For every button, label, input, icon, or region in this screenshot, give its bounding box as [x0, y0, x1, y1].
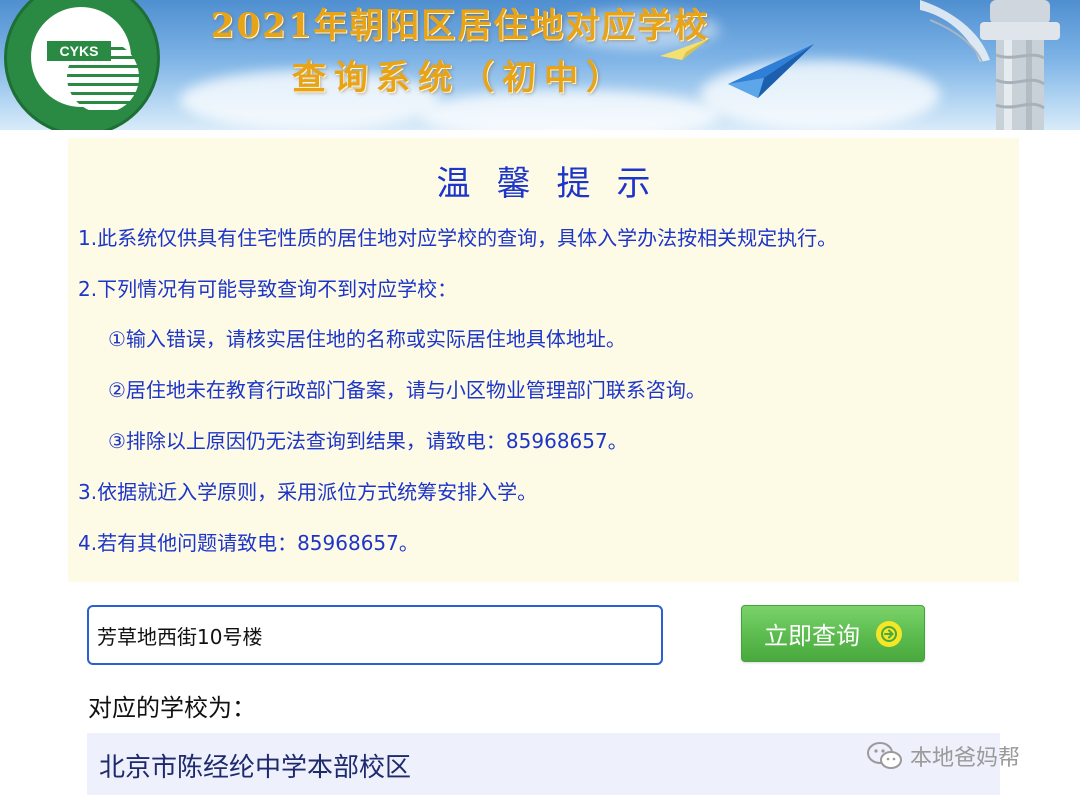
result-box: 北京市陈经纶中学本部校区: [87, 733, 1000, 795]
tips-title: 温馨提示: [436, 164, 677, 204]
result-school-name: 北京市陈经纶中学本部校区: [99, 753, 412, 783]
tips-panel: 温馨提示 1.此系统仅供具有住宅性质的居住地对应学校的查询，具体入学办法按相关规…: [68, 138, 1019, 582]
query-button[interactable]: 立即查询: [741, 605, 925, 662]
watermark: 本地爸妈帮: [866, 740, 1020, 772]
huabiao-pillar-image: [920, 0, 1060, 130]
tip-item: 3.依据就近入学原则，采用派位方式统筹安排入学。: [78, 480, 538, 504]
logo-text: CYKS: [47, 41, 111, 61]
organization-logo: CYKS: [4, 0, 160, 130]
banner-title-line1: 2021年朝阳区居住地对应学校: [210, 6, 710, 46]
watermark-text: 本地爸妈帮: [910, 746, 1021, 771]
tip-subitem: ③排除以上原因仍无法查询到结果，请致电：85968657。: [108, 429, 628, 453]
banner-title: 2021年朝阳区居住地对应学校 查询系统（初中）: [180, 4, 740, 100]
paper-plane-icon: [660, 38, 710, 60]
tip-item: 2.下列情况有可能导致查询不到对应学校：: [78, 277, 458, 301]
header-banner: CYKS 2021年朝阳区居住地对应学校 查询系统（初中）: [0, 0, 1080, 130]
result-label: 对应的学校为：: [88, 694, 256, 722]
wechat-icon: [867, 742, 902, 769]
tip-subitem: ①输入错误，请核实居住地的名称或实际居住地具体地址。: [108, 327, 626, 351]
tip-subitem: ②居住地未在教育行政部门备案，请与小区物业管理部门联系咨询。: [108, 378, 706, 402]
address-search-input[interactable]: [87, 605, 663, 665]
query-button-label: 立即查询: [764, 622, 860, 650]
banner-title-line2: 查询系统（初中）: [292, 58, 628, 98]
arrow-right-circle-icon: [876, 620, 902, 647]
tip-item: 1.此系统仅供具有住宅性质的居住地对应学校的查询，具体入学办法按相关规定执行。: [78, 226, 838, 250]
paper-plane-icon: [728, 44, 814, 98]
tip-item: 4.若有其他问题请致电：85968657。: [78, 531, 419, 555]
